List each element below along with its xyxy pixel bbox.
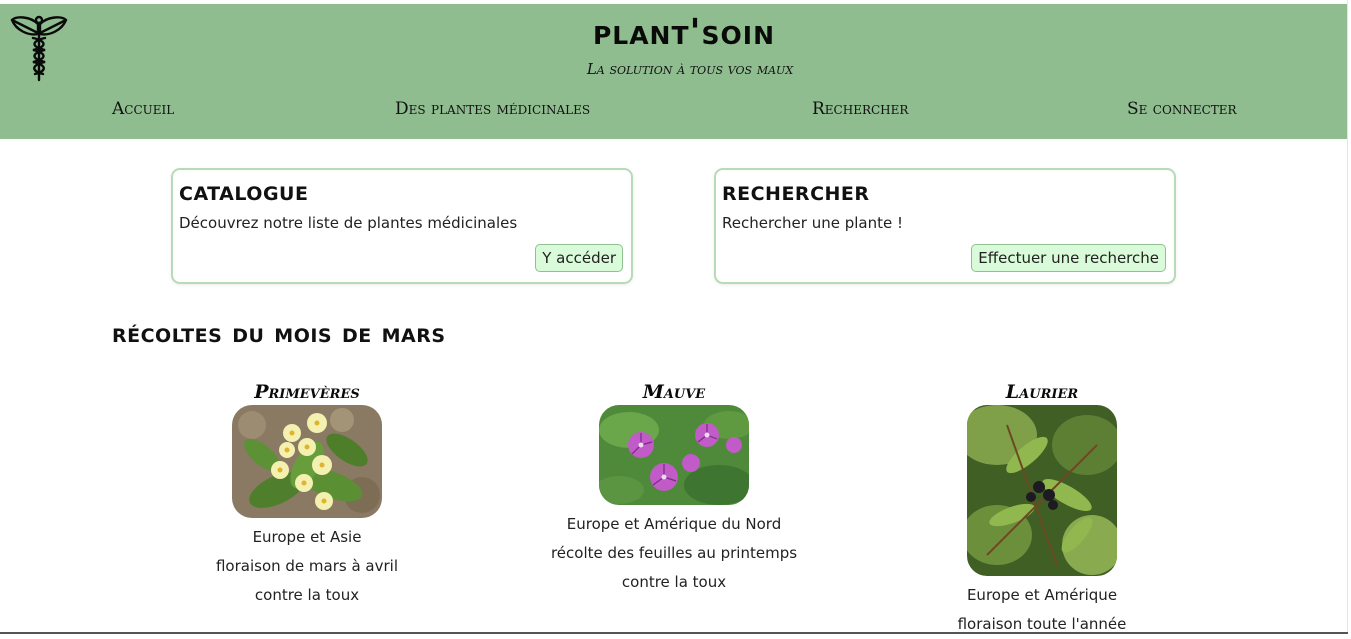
plant-use: contre la toux [621,573,727,591]
primrose-image[interactable] [232,405,382,518]
plant-season: floraison toute l'année [957,615,1127,633]
scrollbar-track[interactable] [1347,0,1351,634]
plant-name[interactable]: Primevères [182,379,432,405]
plant-use: contre la toux [254,586,360,604]
nav-item-rechercher[interactable]: Rechercher [812,99,908,119]
site-header: plant'soin La solution à tous vos maux A… [0,4,1348,139]
nav-item-accueil[interactable]: Accueil [112,99,174,119]
harvest-section-title: récoltes du mois de mars [112,318,446,349]
plant-origin: Europe et Amérique du Nord [566,515,782,533]
plant-name[interactable]: Laurier [917,379,1167,405]
card-title: rechercher [722,176,870,207]
search-action-button[interactable]: Effectuer une recherche [971,244,1166,272]
nav-item-se-connecter[interactable]: Se connecter [1127,99,1237,119]
card-description: Rechercher une plante ! [722,214,904,232]
card-title: catalogue [179,176,309,207]
main-nav: Accueil Des plantes médicinales Recherch… [0,99,1348,129]
site-subtitle: La solution à tous vos maux [586,60,794,78]
card-description: Découvrez notre liste de plantes médicin… [179,214,518,232]
site-title: plant'soin [592,12,776,53]
plant-card-primeveres[interactable]: Primevères Europe et Asie floraison de m… [182,379,432,610]
plant-season: récolte des feuilles au printemps [550,544,798,562]
laurel-image[interactable] [967,405,1117,576]
plant-origin: Europe et Asie [252,528,362,546]
plant-origin: Europe et Amérique [966,586,1118,604]
plant-name[interactable]: Mauve [524,379,824,405]
catalogue-card: catalogue Découvrez notre liste de plant… [171,168,633,284]
plant-card-laurier[interactable]: Laurier Europe et Amérique floraison tou… [917,379,1167,639]
catalogue-access-button[interactable]: Y accéder [535,244,623,272]
nav-item-plantes-medicinales[interactable]: Des plantes médicinales [395,99,590,119]
mallow-image[interactable] [599,405,749,505]
plant-card-mauve[interactable]: Mauve Europe et Amérique du Nord récolte… [524,379,824,597]
plant-season: floraison de mars à avril [215,557,399,575]
search-card: rechercher Rechercher une plante ! Effec… [714,168,1176,284]
